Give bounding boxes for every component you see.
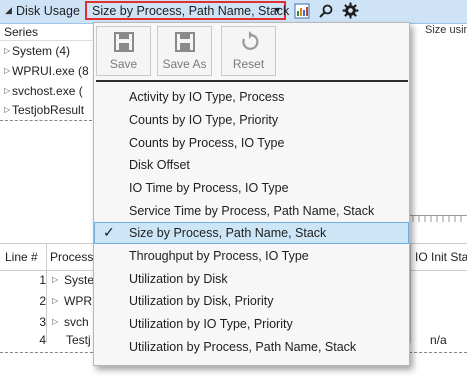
menu-item[interactable]: Service Time by Process, Path Name, Stac…	[94, 200, 409, 222]
gear-icon[interactable]	[342, 2, 359, 19]
save-as-button[interactable]: Save As	[157, 26, 212, 76]
menu-item[interactable]: Utilization by Disk	[94, 268, 409, 290]
preset-dropdown[interactable]: Size by Process, Path Name, Stack ▼	[85, 1, 290, 20]
size-using-header: Size usin	[425, 24, 467, 36]
menu-item[interactable]: IO Time by Process, IO Type	[94, 177, 409, 199]
menu-item[interactable]: Utilization by IO Type, Priority	[94, 313, 409, 335]
menu-item-selected[interactable]: ✓ Size by Process, Path Name, Stack	[94, 222, 409, 244]
expand-triangle-icon[interactable]: ▷	[4, 46, 10, 55]
popup-toolbar: Save Save As Reset	[94, 23, 409, 81]
expand-triangle-icon[interactable]: ▷	[4, 105, 10, 114]
reset-icon	[241, 31, 258, 50]
series-row[interactable]: ▷ TestjobResult	[0, 102, 92, 121]
preset-selected-label: Size by Process, Path Name, Stack	[92, 4, 290, 18]
menu-item[interactable]: Counts by IO Type, Priority	[94, 109, 409, 131]
save-button[interactable]: Save	[96, 26, 151, 76]
expand-triangle-icon[interactable]: ▷	[52, 275, 58, 284]
expand-triangle-icon[interactable]: ▷	[4, 86, 10, 95]
column-header-io-init[interactable]: IO Init Sta	[415, 250, 467, 264]
toolbar-divider	[96, 80, 408, 82]
menu-item[interactable]: Throughput by Process, IO Type	[94, 245, 409, 267]
search-icon[interactable]	[318, 3, 334, 19]
menu-item[interactable]: Disk Offset	[94, 154, 409, 176]
view-title: Disk Usage	[16, 4, 80, 18]
view-titlebar: ◢ Disk Usage Size by Process, Path Name,…	[0, 0, 467, 24]
series-column-header[interactable]: Series	[0, 24, 92, 41]
series-row[interactable]: ▷ svchost.exe (	[0, 83, 92, 101]
expand-triangle-icon[interactable]: ▷	[52, 317, 58, 326]
series-row[interactable]: ▷ WPRUI.exe (8	[0, 63, 92, 81]
reset-button[interactable]: Reset	[221, 26, 276, 76]
chevron-down-icon: ▼	[273, 5, 282, 15]
expand-triangle-icon[interactable]: ▷	[4, 66, 10, 75]
series-row[interactable]: ▷ System (4)	[0, 43, 92, 61]
menu-item[interactable]: Utilization by Process, Path Name, Stack	[94, 336, 409, 358]
menu-item[interactable]: Activity by IO Type, Process	[94, 86, 409, 108]
save-icon	[113, 32, 134, 52]
collapse-triangle-icon[interactable]: ◢	[5, 5, 12, 16]
graph-icon[interactable]	[294, 3, 310, 19]
menu-item[interactable]: Utilization by Disk, Priority	[94, 290, 409, 312]
save-as-icon	[174, 32, 195, 52]
menu-item[interactable]: Counts by Process, IO Type	[94, 132, 409, 154]
expand-triangle-icon[interactable]: ▷	[52, 296, 58, 305]
preset-dropdown-popup: Save Save As Reset Activity by IO Type, …	[93, 22, 410, 366]
column-header-line[interactable]: Line #	[5, 250, 38, 264]
check-icon: ✓	[103, 224, 115, 240]
column-header-process[interactable]: Process	[50, 250, 93, 264]
chart-axis-ruler	[410, 215, 467, 226]
